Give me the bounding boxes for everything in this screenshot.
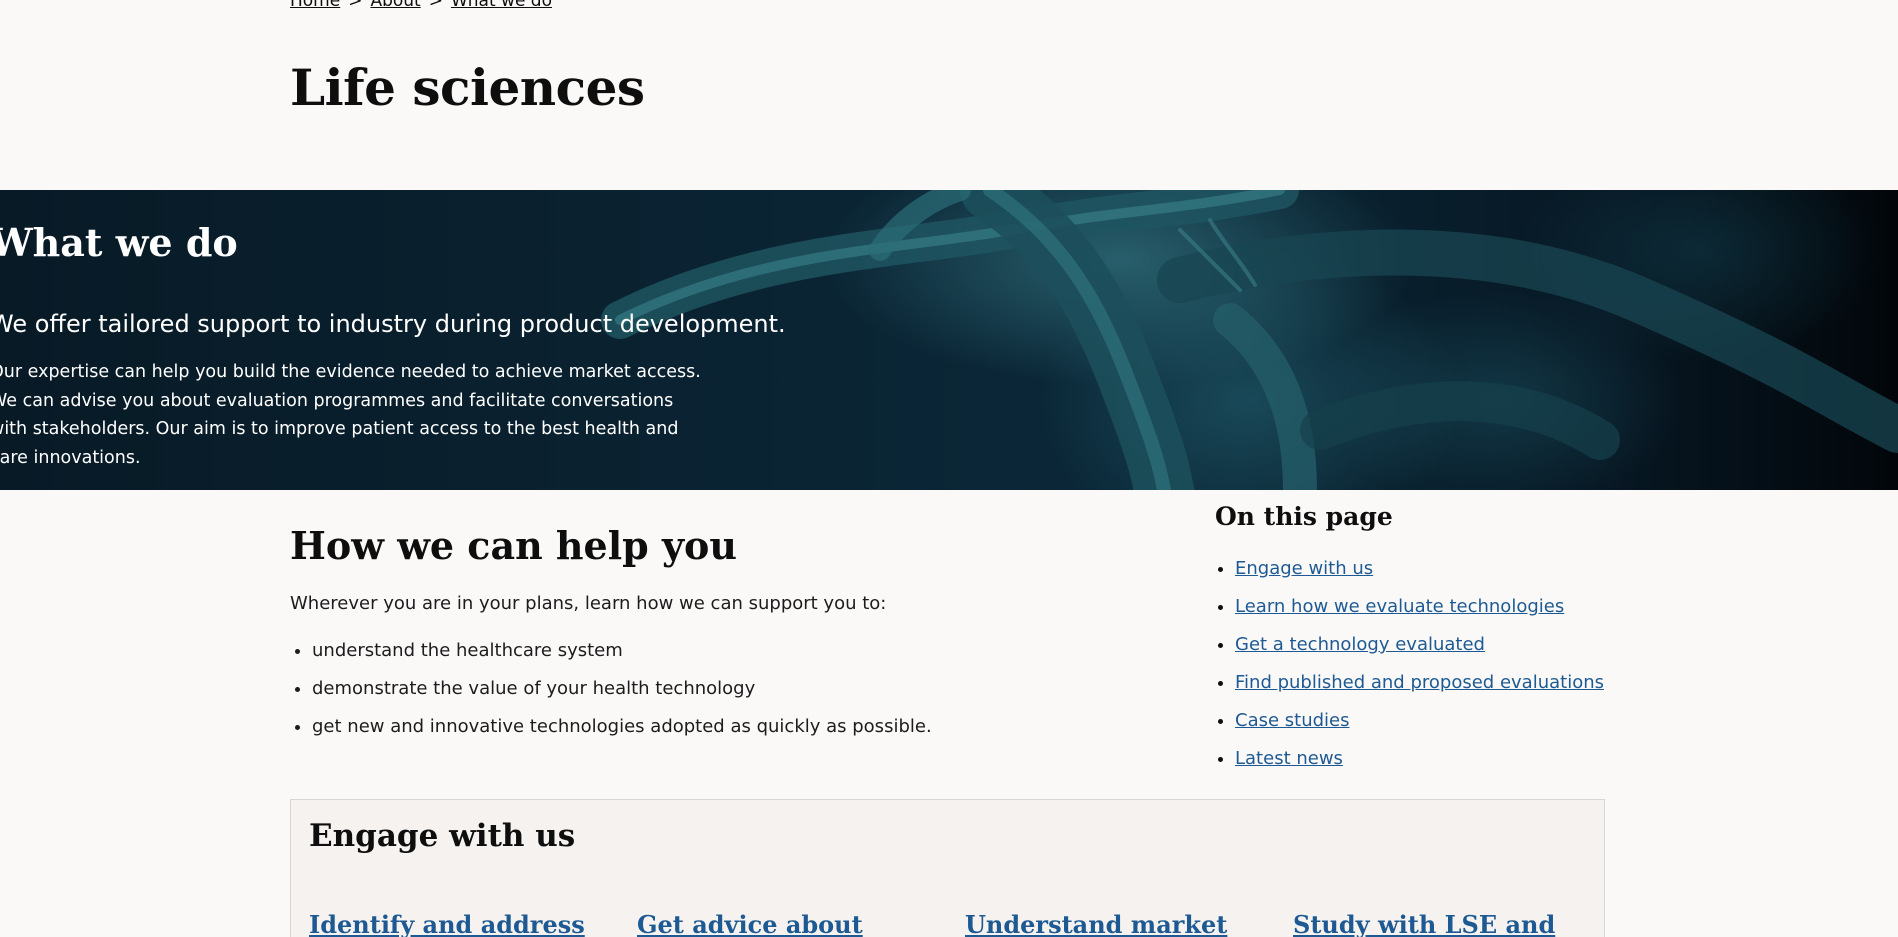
hero-lead: We offer tailored support to industry du… <box>0 310 786 338</box>
latest-news-link[interactable]: Latest news <box>1235 748 1343 769</box>
engage-title: Engage with us <box>309 818 576 854</box>
hero-banner: What we do We offer tailored support to … <box>0 190 1898 490</box>
learn-evaluate-link[interactable]: Learn how we evaluate technologies <box>1235 596 1564 617</box>
engage-panel: Engage with us Identify and address Get … <box>290 799 1605 937</box>
hero-body: Our expertise can help you build the evi… <box>0 362 701 468</box>
list-item: Get a technology evaluated <box>1235 630 1604 668</box>
help-list: understand the healthcare system demonst… <box>290 636 932 750</box>
list-item: Learn how we evaluate technologies <box>1235 592 1604 630</box>
breadcrumb-separator: > <box>428 0 443 11</box>
list-item: Latest news <box>1235 744 1604 782</box>
engage-card-link[interactable]: Identify and address <box>309 910 585 937</box>
list-item: Find published and proposed evaluations <box>1235 668 1604 706</box>
engage-with-us-link[interactable]: Engage with us <box>1235 558 1373 579</box>
engage-card-link[interactable]: Study with LSE and <box>1293 910 1555 937</box>
hero-title: What we do <box>0 220 238 265</box>
get-evaluated-link[interactable]: Get a technology evaluated <box>1235 634 1485 655</box>
breadcrumb-separator: > <box>348 0 363 11</box>
on-this-page-list: Engage with us Learn how we evaluate tec… <box>1215 554 1604 782</box>
case-studies-link[interactable]: Case studies <box>1235 710 1350 731</box>
breadcrumb: Home > About > What we do <box>290 0 552 11</box>
help-section-title: How we can help you <box>290 523 738 568</box>
list-item: Case studies <box>1235 706 1604 744</box>
on-this-page-title: On this page <box>1215 502 1393 531</box>
list-item: get new and innovative technologies adop… <box>312 712 932 750</box>
breadcrumb-what-we-do-link[interactable]: What we do <box>451 0 552 11</box>
list-item: demonstrate the value of your health tec… <box>312 674 932 712</box>
page-title: Life sciences <box>290 58 645 117</box>
list-item: Engage with us <box>1235 554 1604 592</box>
list-item: understand the healthcare system <box>312 636 932 674</box>
engage-card-link[interactable]: Get advice about <box>637 910 863 937</box>
page: Home > About > What we do Life sciences … <box>0 0 1898 937</box>
help-intro: Wherever you are in your plans, learn ho… <box>290 593 887 614</box>
breadcrumb-about-link[interactable]: About <box>370 0 420 11</box>
breadcrumb-home-link[interactable]: Home <box>290 0 340 11</box>
engage-card-link[interactable]: Understand market <box>965 910 1227 937</box>
find-evaluations-link[interactable]: Find published and proposed evaluations <box>1235 672 1604 693</box>
